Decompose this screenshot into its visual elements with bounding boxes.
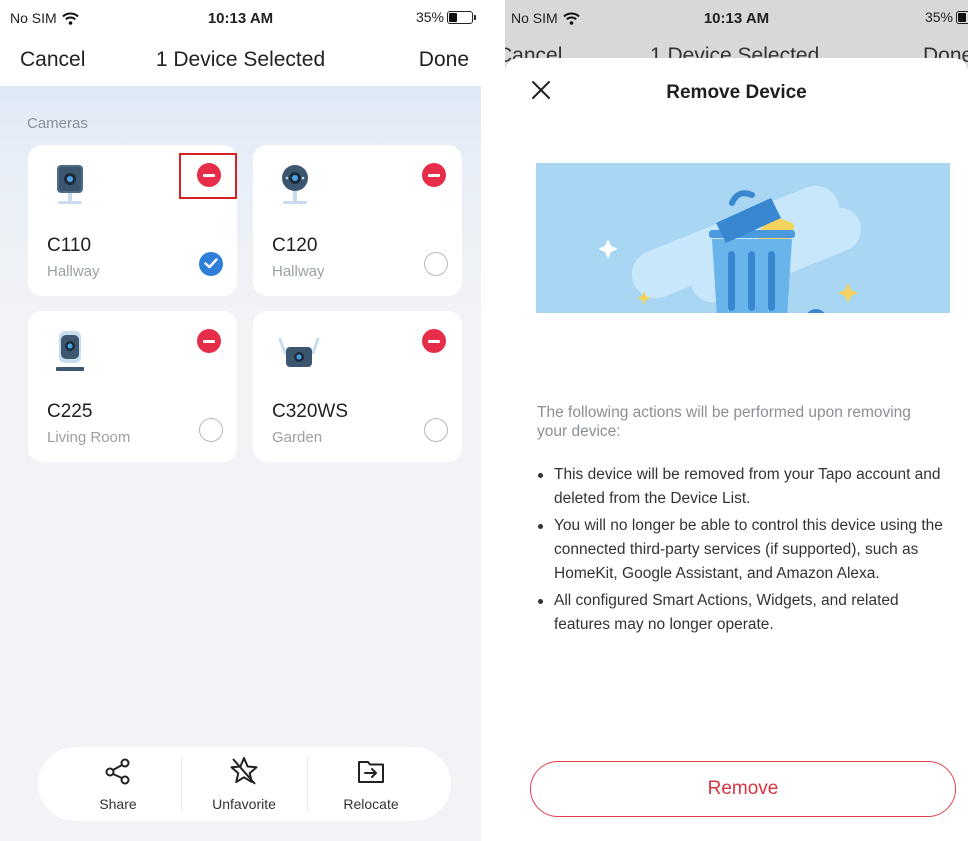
device-room-c110: Hallway: [47, 263, 100, 280]
device-room-c120: Hallway: [272, 263, 325, 280]
trash-can-illustration: [536, 163, 950, 313]
battery-status: 35%: [925, 9, 968, 25]
remove-device-sheet: Remove Device The following actions will…: [505, 58, 968, 841]
device-name-c225: C225: [47, 401, 93, 422]
battery-percent: 35%: [415, 9, 444, 25]
intro-text: The following actions will be performed …: [537, 404, 911, 440]
battery-percent: 35%: [924, 9, 953, 25]
share-label: Share: [99, 796, 137, 812]
camera-c225-icon: [56, 331, 84, 371]
section-label-cameras: Cameras: [27, 115, 88, 132]
unfavorite-button[interactable]: Unfavorite: [182, 747, 306, 821]
select-checkbox-c120[interactable]: [424, 252, 448, 276]
toolbar-divider: [307, 757, 308, 811]
share-icon: [105, 758, 130, 785]
remove-device-button-c320ws[interactable]: [422, 329, 446, 353]
checkmark-icon: [204, 258, 218, 269]
status-time: 10:13 AM: [703, 10, 770, 27]
list-item: You will no longer be able to control th…: [537, 514, 957, 586]
camera-c120-icon: [282, 165, 308, 204]
device-card-c110[interactable]: C110 Hallway: [28, 145, 237, 296]
remove-device-button-c225[interactable]: [197, 329, 221, 353]
consequences-list: This device will be removed from your Ta…: [537, 463, 957, 640]
device-room-c320ws: Garden: [272, 429, 323, 446]
device-edit-screen: No SIM 10:13 AM 35% Cancel 1 Device Sele…: [0, 0, 481, 841]
highlight-box: [179, 153, 237, 199]
list-item: This device will be removed from your Ta…: [537, 463, 957, 511]
battery-icon: [447, 10, 476, 24]
camera-c320ws-icon: [278, 337, 320, 367]
device-name-c120: C120: [272, 235, 318, 256]
select-checkbox-c225[interactable]: [199, 418, 223, 442]
relocate-icon: [358, 761, 384, 783]
device-card-c225[interactable]: C225 Living Room: [28, 311, 237, 462]
remove-button[interactable]: Remove: [530, 761, 956, 817]
relocate-button[interactable]: Relocate: [309, 747, 433, 821]
remove-device-button-c120[interactable]: [422, 163, 446, 187]
bottom-toolbar: Share Unfavorite Relocate: [38, 747, 451, 821]
device-name-c110: C110: [47, 235, 92, 256]
share-button[interactable]: Share: [56, 747, 180, 821]
device-card-c320ws[interactable]: C320WS Garden: [253, 311, 462, 462]
done-button[interactable]: Done: [419, 48, 469, 72]
camera-c110-icon: [57, 165, 83, 204]
select-checkbox-c320ws[interactable]: [424, 418, 448, 442]
status-bar: No SIM 10:13 AM 35%: [0, 0, 481, 34]
page-title: 1 Device Selected: [155, 48, 326, 71]
list-item: All configured Smart Actions, Widgets, a…: [537, 589, 957, 637]
sheet-title: Remove Device: [666, 82, 807, 103]
battery-status: 35%: [415, 9, 476, 25]
device-name-c320ws: C320WS: [272, 401, 349, 422]
status-time: 10:13 AM: [207, 10, 274, 27]
relocate-label: Relocate: [343, 796, 399, 812]
unfavorite-label: Unfavorite: [212, 796, 276, 812]
unfavorite-star-icon: [230, 757, 258, 785]
select-checkbox-c110[interactable]: [199, 252, 223, 276]
device-card-c120[interactable]: C120 Hallway: [253, 145, 462, 296]
nav-bar: Cancel 1 Device Selected Done: [0, 34, 481, 86]
battery-icon: [956, 10, 968, 24]
status-bar: No SIM 10:13 AM 35%: [505, 0, 968, 34]
device-room-c225: Living Room: [47, 429, 131, 446]
remove-device-screen: No SIM 10:13 AM 35% Cancel 1 Device Sele…: [505, 0, 968, 841]
